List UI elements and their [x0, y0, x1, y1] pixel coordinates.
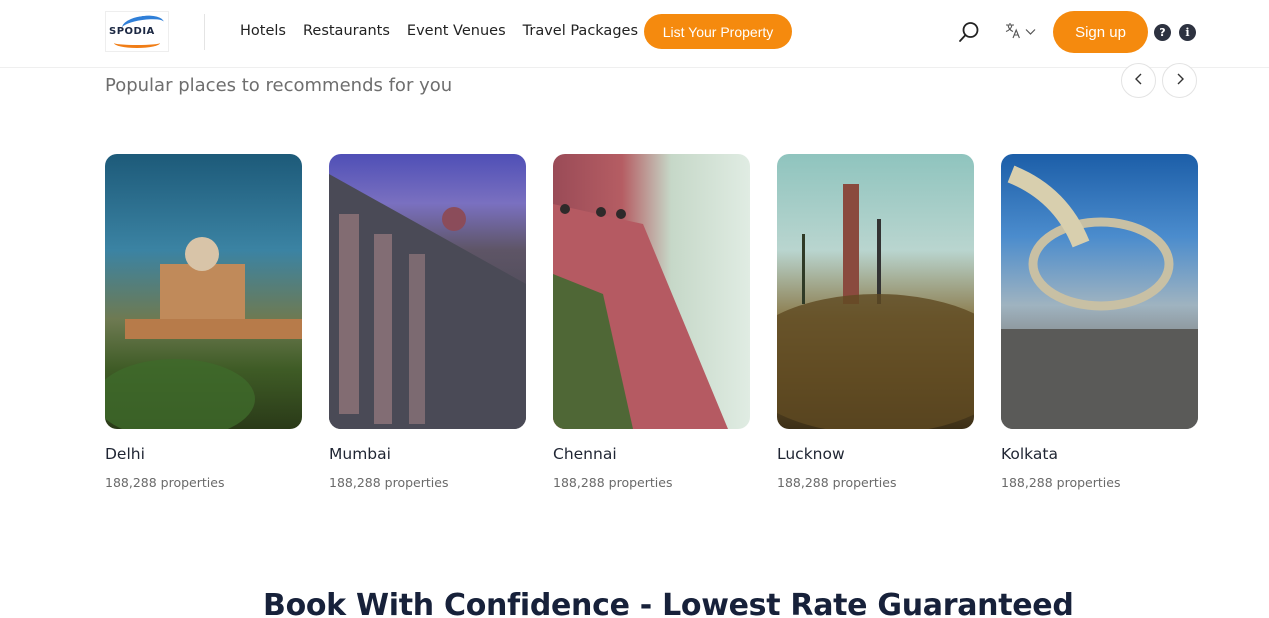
header-divider: [204, 14, 205, 50]
language-selector[interactable]: [1004, 22, 1040, 42]
destination-image[interactable]: [777, 154, 974, 429]
destination-card-lucknow[interactable]: Lucknow 188,288 properties: [777, 154, 974, 490]
destination-properties-count: 188,288 properties: [777, 475, 897, 490]
nav-restaurants[interactable]: Restaurants: [303, 23, 390, 39]
destination-card-chennai[interactable]: Chennai 188,288 properties: [553, 154, 750, 490]
logo-swoosh-orange: [114, 38, 160, 48]
info-icon[interactable]: i: [1179, 24, 1196, 41]
destination-properties-count: 188,288 properties: [553, 475, 673, 490]
destination-name[interactable]: Delhi: [105, 445, 145, 463]
main-nav: Hotels Restaurants Event Venues Travel P…: [240, 23, 655, 39]
search-icon[interactable]: [958, 21, 980, 43]
destination-name[interactable]: Kolkata: [1001, 445, 1058, 463]
destination-card-mumbai[interactable]: Mumbai 188,288 properties: [329, 154, 526, 490]
chevron-left-icon: [1134, 73, 1144, 88]
header: SPODIA Hotels Restaurants Event Venues T…: [0, 0, 1269, 68]
section-title: Popular places to recommends for you: [105, 75, 453, 96]
spodia-logo[interactable]: SPODIA: [105, 11, 169, 52]
chevron-right-icon: [1175, 73, 1185, 88]
destination-properties-count: 188,288 properties: [329, 475, 449, 490]
nav-event-venues[interactable]: Event Venues: [407, 23, 506, 39]
carousel-prev-button[interactable]: [1121, 63, 1156, 98]
destination-image[interactable]: [329, 154, 526, 429]
chevron-down-icon: [1025, 25, 1036, 40]
translate-icon: [1004, 22, 1021, 43]
nav-hotels[interactable]: Hotels: [240, 23, 286, 39]
destination-properties-count: 188,288 properties: [105, 475, 225, 490]
book-with-confidence-heading: Book With Confidence - Lowest Rate Guara…: [263, 588, 1074, 618]
destination-image[interactable]: [1001, 154, 1198, 429]
list-your-property-button[interactable]: List Your Property: [644, 14, 792, 49]
destination-card-kolkata[interactable]: Kolkata 188,288 properties: [1001, 154, 1198, 490]
destination-name[interactable]: Chennai: [553, 445, 617, 463]
help-icon[interactable]: ?: [1154, 24, 1171, 41]
destination-image[interactable]: [553, 154, 750, 429]
destination-name[interactable]: Mumbai: [329, 445, 391, 463]
destination-image[interactable]: [105, 154, 302, 429]
carousel-next-button[interactable]: [1162, 63, 1197, 98]
logo-text: SPODIA: [109, 26, 155, 37]
nav-travel-packages[interactable]: Travel Packages: [523, 23, 638, 39]
sign-up-button[interactable]: Sign up: [1053, 11, 1148, 53]
destination-card-delhi[interactable]: Delhi 188,288 properties: [105, 154, 302, 490]
destination-properties-count: 188,288 properties: [1001, 475, 1121, 490]
destination-carousel: Delhi 188,288 properties Mumbai 188,288 …: [105, 154, 1198, 499]
destination-name[interactable]: Lucknow: [777, 445, 845, 463]
